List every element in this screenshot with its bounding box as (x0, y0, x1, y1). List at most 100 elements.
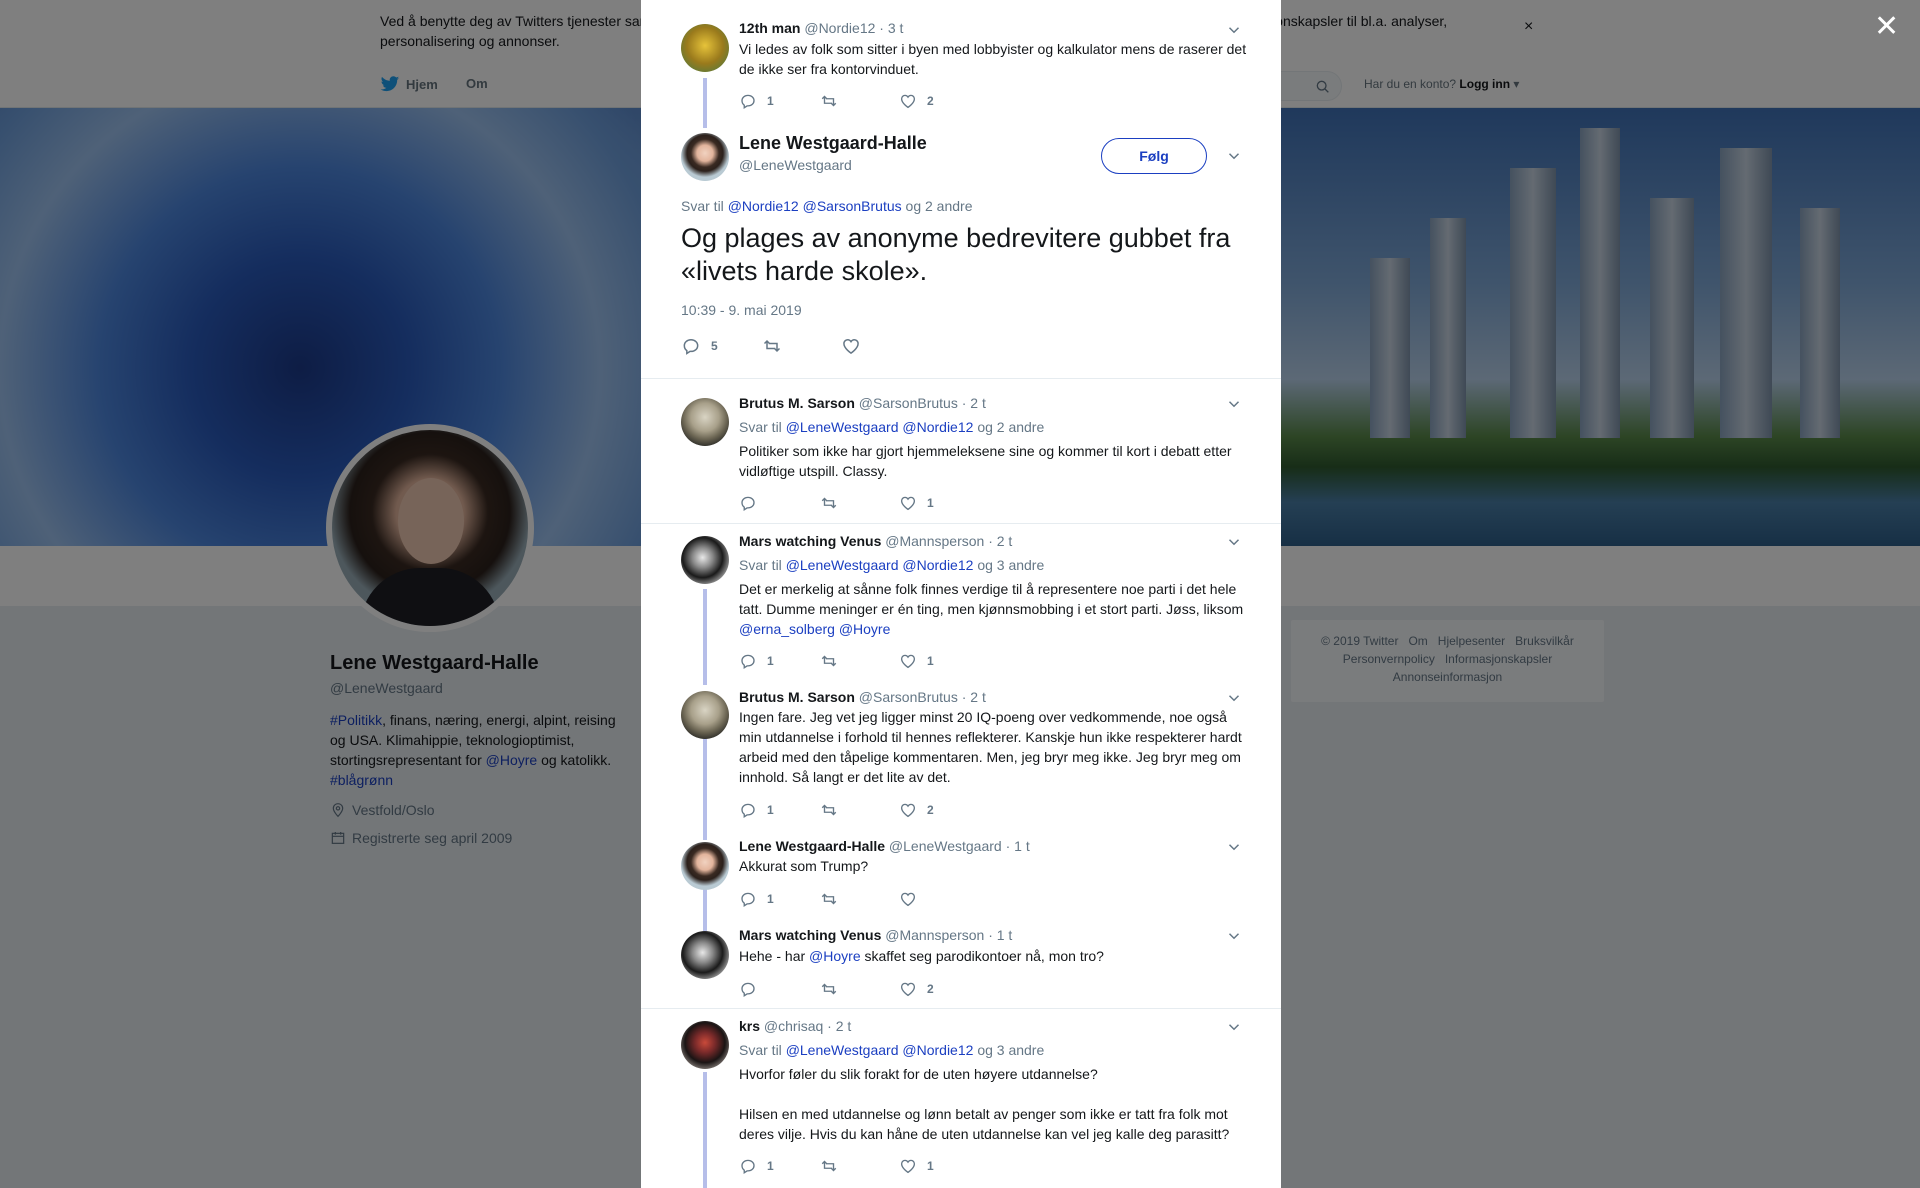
tweet-text: Hehe - har @Hoyre skaffet seg parodikont… (739, 946, 1249, 966)
retweet-button[interactable] (761, 336, 793, 356)
chevron-down-icon[interactable] (1225, 838, 1243, 856)
like-button[interactable]: 1 (899, 1157, 934, 1175)
tweet-text: Det er merkelig at sånne folk finnes ver… (739, 579, 1249, 639)
tweet-time[interactable]: · 1 t (1006, 838, 1030, 854)
tweet-time[interactable]: · 2 t (962, 689, 986, 705)
like-button[interactable]: 2 (899, 801, 934, 819)
tweet-time[interactable]: · 2 t (827, 1018, 851, 1034)
reply-button[interactable]: 5 (681, 336, 718, 356)
avatar[interactable] (681, 133, 729, 181)
mention-link[interactable]: @Hoyre (809, 948, 861, 964)
like-button[interactable] (841, 336, 871, 356)
mention-link[interactable]: @erna_solberg (739, 621, 835, 637)
retweet-button[interactable] (819, 1157, 849, 1175)
author-handle[interactable]: @SarsonBrutus (859, 395, 958, 411)
avatar[interactable] (681, 536, 729, 584)
reply-button[interactable]: 1 (739, 890, 774, 908)
reply-count: 1 (767, 654, 774, 668)
author-name[interactable]: 12th man (739, 20, 800, 36)
heart-icon (899, 92, 917, 110)
chevron-down-icon[interactable] (1225, 395, 1243, 413)
close-icon[interactable]: ✕ (1874, 12, 1899, 42)
retweet-button[interactable] (819, 92, 849, 110)
author-handle[interactable]: @Mannsperson (885, 533, 984, 549)
mention-link[interactable]: @LeneWestgaard (786, 557, 899, 573)
reply-suffix[interactable]: og 2 andre (906, 198, 973, 214)
author-handle[interactable]: @chrisaq (764, 1018, 823, 1034)
like-button[interactable]: 1 (899, 652, 934, 670)
tweet-date[interactable]: 10:39 - 9. mai 2019 (681, 302, 802, 318)
mention-link[interactable]: @Nordie12 (728, 198, 799, 214)
tweet-text: Ingen fare. Jeg vet jeg ligger minst 20 … (739, 709, 1242, 785)
author-handle[interactable]: @Nordie12 (804, 20, 875, 36)
avatar[interactable] (681, 1021, 729, 1069)
thread-line (703, 738, 707, 840)
reply-button[interactable] (739, 494, 767, 512)
mention-link[interactable]: @Nordie12 (902, 557, 973, 573)
tweet-header: Lene Westgaard-Halle @LeneWestgaard · 1 … (739, 838, 1030, 854)
chevron-down-icon[interactable] (1225, 927, 1243, 945)
like-button[interactable]: 2 (899, 980, 934, 998)
like-button[interactable]: 2 (899, 92, 934, 110)
avatar[interactable] (681, 691, 729, 739)
reply-prefix: Svar til (739, 419, 782, 435)
avatar[interactable] (681, 842, 729, 890)
heart-icon (899, 1157, 917, 1175)
mention-link[interactable]: @Nordie12 (902, 419, 973, 435)
reply-button[interactable] (739, 980, 767, 998)
mention-link[interactable]: @Nordie12 (902, 1042, 973, 1058)
tweet-text-body: Det er merkelig at sånne folk finnes ver… (739, 581, 1244, 617)
avatar[interactable] (681, 931, 729, 979)
mention-link[interactable]: @LeneWestgaard (786, 419, 899, 435)
mention-link[interactable]: @SarsonBrutus (803, 198, 902, 214)
like-button[interactable] (899, 890, 927, 908)
author-handle[interactable]: @SarsonBrutus (859, 689, 958, 705)
author-handle[interactable]: @LeneWestgaard (739, 157, 852, 173)
tweet-time[interactable]: · 2 t (962, 395, 986, 411)
follow-button[interactable]: Følg (1101, 138, 1207, 174)
chevron-down-icon[interactable] (1225, 533, 1243, 551)
reply-context: Svar til @LeneWestgaard @Nordie12 og 3 a… (739, 557, 1044, 573)
reply-button[interactable]: 1 (739, 1157, 774, 1175)
like-count: 1 (927, 1159, 934, 1173)
tweet-time[interactable]: · 3 t (879, 20, 903, 36)
reply-button[interactable]: 1 (739, 801, 774, 819)
mention-link[interactable]: @LeneWestgaard (786, 1042, 899, 1058)
reply-suffix[interactable]: og 3 andre (977, 1042, 1044, 1058)
like-count: 2 (927, 982, 934, 996)
reply-suffix[interactable]: og 3 andre (977, 557, 1044, 573)
chevron-down-icon[interactable] (1225, 1018, 1243, 1036)
author-name[interactable]: Brutus M. Sarson (739, 395, 855, 411)
retweet-button[interactable] (819, 652, 849, 670)
mention-link[interactable]: @Hoyre (839, 621, 891, 637)
reply-count: 5 (711, 339, 718, 353)
reply-count: 1 (767, 892, 774, 906)
author-name[interactable]: krs (739, 1018, 760, 1034)
tweet-time[interactable]: · 2 t (988, 533, 1012, 549)
author-name[interactable]: Mars watching Venus (739, 533, 881, 549)
avatar[interactable] (681, 398, 729, 446)
retweet-button[interactable] (819, 890, 849, 908)
reply-suffix[interactable]: og 2 andre (977, 419, 1044, 435)
reply-icon (739, 801, 757, 819)
chevron-down-icon[interactable] (1225, 689, 1243, 707)
avatar[interactable] (681, 24, 729, 72)
author-name[interactable]: Mars watching Venus (739, 927, 881, 943)
tweet-time[interactable]: · 1 t (988, 927, 1012, 943)
chevron-down-icon[interactable] (1225, 147, 1243, 165)
reply-button[interactable]: 1 (739, 652, 774, 670)
reply-button[interactable]: 1 (739, 92, 774, 110)
retweet-button[interactable] (819, 801, 849, 819)
tweet-text-p2: Hilsen en med utdannelse og lønn betalt … (739, 1106, 1230, 1142)
author-handle[interactable]: @LeneWestgaard (889, 838, 1002, 854)
retweet-button[interactable] (819, 494, 849, 512)
reply-icon (739, 980, 757, 998)
like-button[interactable]: 1 (899, 494, 934, 512)
retweet-button[interactable] (819, 980, 849, 998)
chevron-down-icon[interactable] (1225, 21, 1243, 39)
author-name[interactable]: Lene Westgaard-Halle (739, 133, 927, 154)
author-handle[interactable]: @Mannsperson (885, 927, 984, 943)
tweet-header: Brutus M. Sarson @SarsonBrutus · 2 t (739, 395, 986, 411)
author-name[interactable]: Brutus M. Sarson (739, 689, 855, 705)
author-name[interactable]: Lene Westgaard-Halle (739, 838, 885, 854)
